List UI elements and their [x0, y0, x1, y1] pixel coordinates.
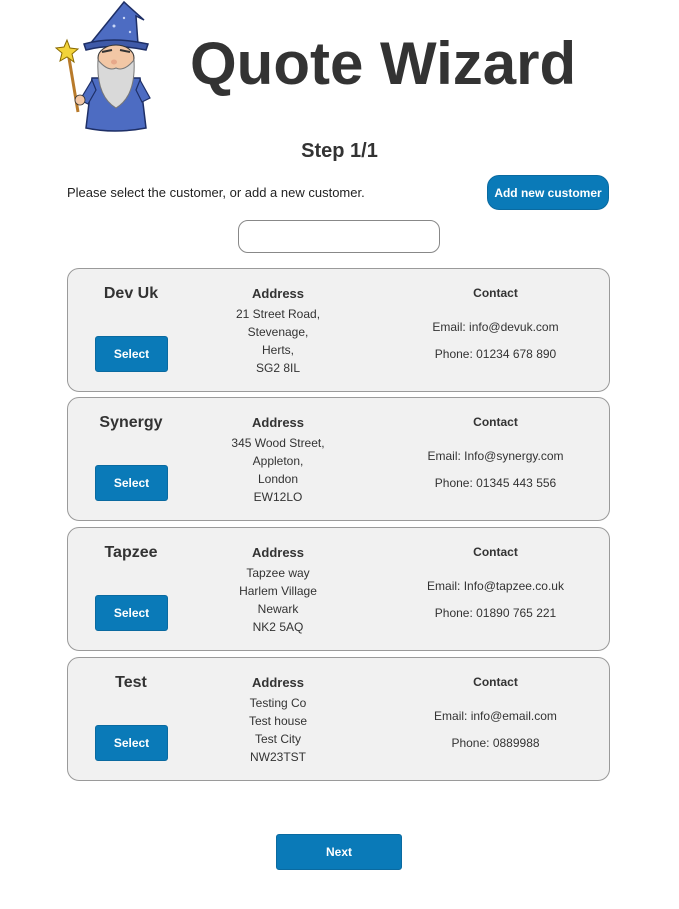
- address-line: Test City: [254, 732, 301, 746]
- contact-phone: Phone: 01890 765 221: [434, 606, 557, 620]
- address-line: SG2 8IL: [255, 361, 301, 375]
- address-line: Stevenage,: [247, 325, 309, 339]
- address-block: Address Testing Co Test house Test City NW23…: [208, 675, 348, 766]
- address-line: NW23TST: [249, 750, 306, 764]
- customer-name: Dev Uk: [103, 285, 159, 302]
- header: Quote Wizard: [0, 0, 679, 140]
- select-customer-button[interactable]: Select: [95, 595, 168, 631]
- address-line: Tapzee way: [246, 566, 310, 580]
- app-title: Quote Wizard: [190, 30, 577, 97]
- contact-email: Email: info@devuk.com: [432, 320, 559, 334]
- address-block: Address 21 Street Road, Stevenage, Herts, SG…: [208, 286, 348, 377]
- address-line: Appleton,: [252, 454, 304, 468]
- contact-heading: Contact: [473, 675, 518, 689]
- address-heading: Address: [251, 545, 305, 560]
- address-block: Address 345 Wood Street, Appleton, London EW…: [208, 415, 348, 506]
- customer-card: Dev Uk Select Address 21 Street Road, Steven…: [67, 268, 610, 392]
- contact-block: Contact Email: info@email.com Phone: 08899…: [398, 675, 593, 750]
- contact-heading: Contact: [473, 286, 518, 300]
- add-new-customer-button[interactable]: Add new customer: [487, 175, 609, 210]
- contact-phone: Phone: 01345 443 556: [434, 476, 557, 490]
- address-line: Herts,: [261, 343, 294, 357]
- customer-name: Synergy: [99, 414, 163, 431]
- address-line: Harlem Village: [239, 584, 317, 598]
- contact-block: Contact Email: Info@synergy.com Phone: 013…: [398, 415, 593, 490]
- customer-card: Test Select Address Testing Co Test house Tes…: [67, 657, 610, 781]
- address-line: 345 Wood Street,: [231, 436, 325, 450]
- address-line: Testing Co: [249, 696, 307, 710]
- instruction-text: Please select the customer, or add a new…: [67, 185, 365, 200]
- customer-card: Tapzee Select Address Tapzee way Harlem Vill…: [67, 527, 610, 651]
- contact-email: Email: Info@tapzee.co.uk: [427, 579, 564, 593]
- address-heading: Address: [251, 415, 305, 430]
- customer-card: Synergy Select Address 345 Wood Street, Appl…: [67, 397, 610, 521]
- customer-name: Test: [115, 674, 147, 691]
- address-line: EW12LO: [253, 490, 303, 504]
- step-title: Step 1/1: [301, 140, 378, 162]
- select-customer-button[interactable]: Select: [95, 465, 168, 501]
- address-heading: Address: [251, 286, 305, 301]
- address-block: Address Tapzee way Harlem Village Newark NK2…: [208, 545, 348, 636]
- contact-heading: Contact: [473, 415, 518, 429]
- next-button[interactable]: Next: [276, 834, 402, 870]
- address-line: Newark: [257, 602, 299, 616]
- select-customer-button[interactable]: Select: [95, 336, 168, 372]
- customer-name: Tapzee: [104, 544, 158, 561]
- address-line: Test house: [248, 714, 308, 728]
- address-line: NK2 5AQ: [252, 620, 304, 634]
- contact-email: Email: Info@synergy.com: [427, 449, 564, 463]
- contact-block: Contact Email: info@devuk.com Phone: 01234…: [398, 286, 593, 361]
- address-line: London: [257, 472, 299, 486]
- wizard-icon: [54, 0, 151, 132]
- address-line: 21 Street Road,: [235, 307, 321, 321]
- contact-email: Email: info@email.com: [434, 709, 557, 723]
- contact-heading: Contact: [473, 545, 518, 559]
- customer-search-input[interactable]: [238, 220, 440, 253]
- select-customer-button[interactable]: Select: [95, 725, 168, 761]
- address-heading: Address: [251, 675, 305, 690]
- contact-phone: Phone: 01234 678 890: [434, 347, 557, 361]
- contact-block: Contact Email: Info@tapzee.co.uk Phone: 01…: [398, 545, 593, 620]
- contact-phone: Phone: 0889988: [451, 736, 540, 750]
